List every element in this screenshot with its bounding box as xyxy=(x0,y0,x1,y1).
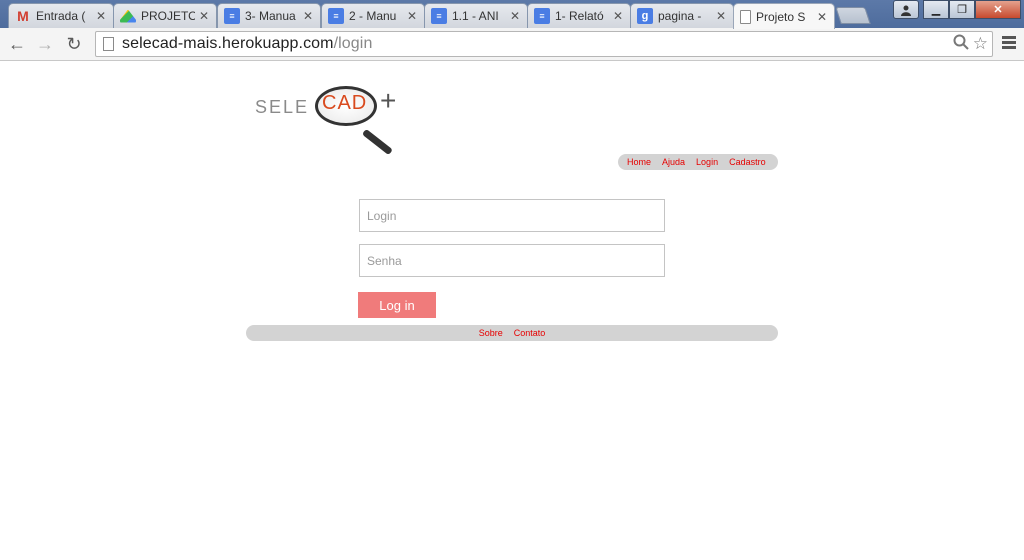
window-controls: ▁ ❐ ✕ xyxy=(893,0,1021,19)
logo-sele-text: SELE xyxy=(255,97,310,117)
browser-toolbar: ← → ↻ selecad-mais.herokuapp.com/login ☆ xyxy=(0,28,1024,61)
back-arrow-icon[interactable]: ← xyxy=(6,32,28,56)
tab-doc-3[interactable]: ≡ 3- Manua ✕ xyxy=(217,3,321,28)
selecad-logo: SELE CAD + xyxy=(255,85,415,156)
tab-title: 1.1 - ANI xyxy=(452,9,499,23)
login-input[interactable] xyxy=(359,199,665,232)
footer-sobre-link[interactable]: Sobre xyxy=(479,328,503,338)
tab-title: Entrada ( xyxy=(36,9,86,23)
tab-title: Projeto S xyxy=(756,9,806,24)
url-text[interactable]: selecad-mais.herokuapp.com/login xyxy=(122,35,372,53)
page-icon xyxy=(103,37,114,51)
zoom-icon[interactable] xyxy=(953,34,969,55)
close-icon[interactable]: ✕ xyxy=(406,9,418,23)
close-icon[interactable]: ✕ xyxy=(95,9,107,23)
close-icon[interactable]: ✕ xyxy=(715,9,727,23)
logo-cad-text: CAD xyxy=(322,92,368,114)
close-icon[interactable]: ✕ xyxy=(198,9,210,23)
url-path: /login xyxy=(333,35,373,52)
docs-icon: ≡ xyxy=(328,8,344,24)
footer-contato-link[interactable]: Contato xyxy=(514,328,546,338)
tab-doc-1[interactable]: ≡ 1- Relató ✕ xyxy=(527,3,631,28)
address-bar[interactable]: selecad-mais.herokuapp.com/login ☆ xyxy=(95,31,993,57)
tab-gmail[interactable]: M Entrada ( ✕ xyxy=(8,3,114,28)
tab-title: PROJETO xyxy=(141,9,195,23)
tab-title: 1- Relató xyxy=(555,9,604,23)
senha-input[interactable] xyxy=(359,244,665,277)
restore-icon[interactable]: ❐ xyxy=(949,0,975,19)
nav-login-link[interactable]: Login xyxy=(696,157,718,167)
close-icon[interactable]: ✕ xyxy=(302,9,314,23)
gmail-icon: M xyxy=(17,8,29,24)
tab-google[interactable]: g pagina - ✕ xyxy=(630,3,734,28)
docs-icon: ≡ xyxy=(431,8,447,24)
close-icon[interactable]: ✕ xyxy=(509,9,521,23)
tab-title: 3- Manua xyxy=(245,9,296,23)
bookmark-star-icon[interactable]: ☆ xyxy=(973,34,988,55)
menu-icon[interactable] xyxy=(1002,36,1016,51)
tab-title: 2 - Manu xyxy=(349,9,397,23)
nav-cadastro-link[interactable]: Cadastro xyxy=(729,157,766,167)
top-navigation: Home Ajuda Login Cadastro xyxy=(618,154,778,170)
tab-doc-1-1[interactable]: ≡ 1.1 - ANI ✕ xyxy=(424,3,528,28)
drive-icon xyxy=(120,9,136,23)
omnibox-icons: ☆ xyxy=(953,34,988,55)
minimize-icon[interactable]: ▁ xyxy=(923,0,949,19)
close-icon[interactable]: ✕ xyxy=(612,9,624,23)
footer-bar: Sobre Contato xyxy=(246,325,778,341)
browser-tab-strip: M Entrada ( ✕ PROJETO ✕ ≡ 3- Manua ✕ ≡ 2… xyxy=(0,0,1024,29)
page-icon xyxy=(740,9,751,24)
docs-icon: ≡ xyxy=(224,8,240,24)
tab-doc-2[interactable]: ≡ 2 - Manu ✕ xyxy=(321,3,425,28)
window-close-icon[interactable]: ✕ xyxy=(975,0,1021,19)
nav-home-link[interactable]: Home xyxy=(627,157,651,167)
magnifier-handle xyxy=(361,128,393,156)
url-host: selecad-mais.herokuapp.com xyxy=(122,35,334,52)
google-icon: g xyxy=(637,8,653,24)
forward-arrow-icon[interactable]: → xyxy=(34,32,56,56)
tab-drive[interactable]: PROJETO ✕ xyxy=(113,3,217,28)
logo-plus-text: + xyxy=(380,85,397,116)
reload-icon[interactable]: ↻ xyxy=(63,32,85,56)
tab-projeto-active[interactable]: Projeto S ✕ xyxy=(733,3,835,29)
login-submit-button[interactable]: Log in xyxy=(358,292,436,318)
nav-ajuda-link[interactable]: Ajuda xyxy=(662,157,685,167)
close-icon[interactable]: ✕ xyxy=(816,10,828,24)
new-tab-button[interactable] xyxy=(835,7,871,24)
tab-title: pagina - xyxy=(658,9,702,23)
user-icon[interactable] xyxy=(893,0,919,19)
docs-icon: ≡ xyxy=(534,8,550,24)
